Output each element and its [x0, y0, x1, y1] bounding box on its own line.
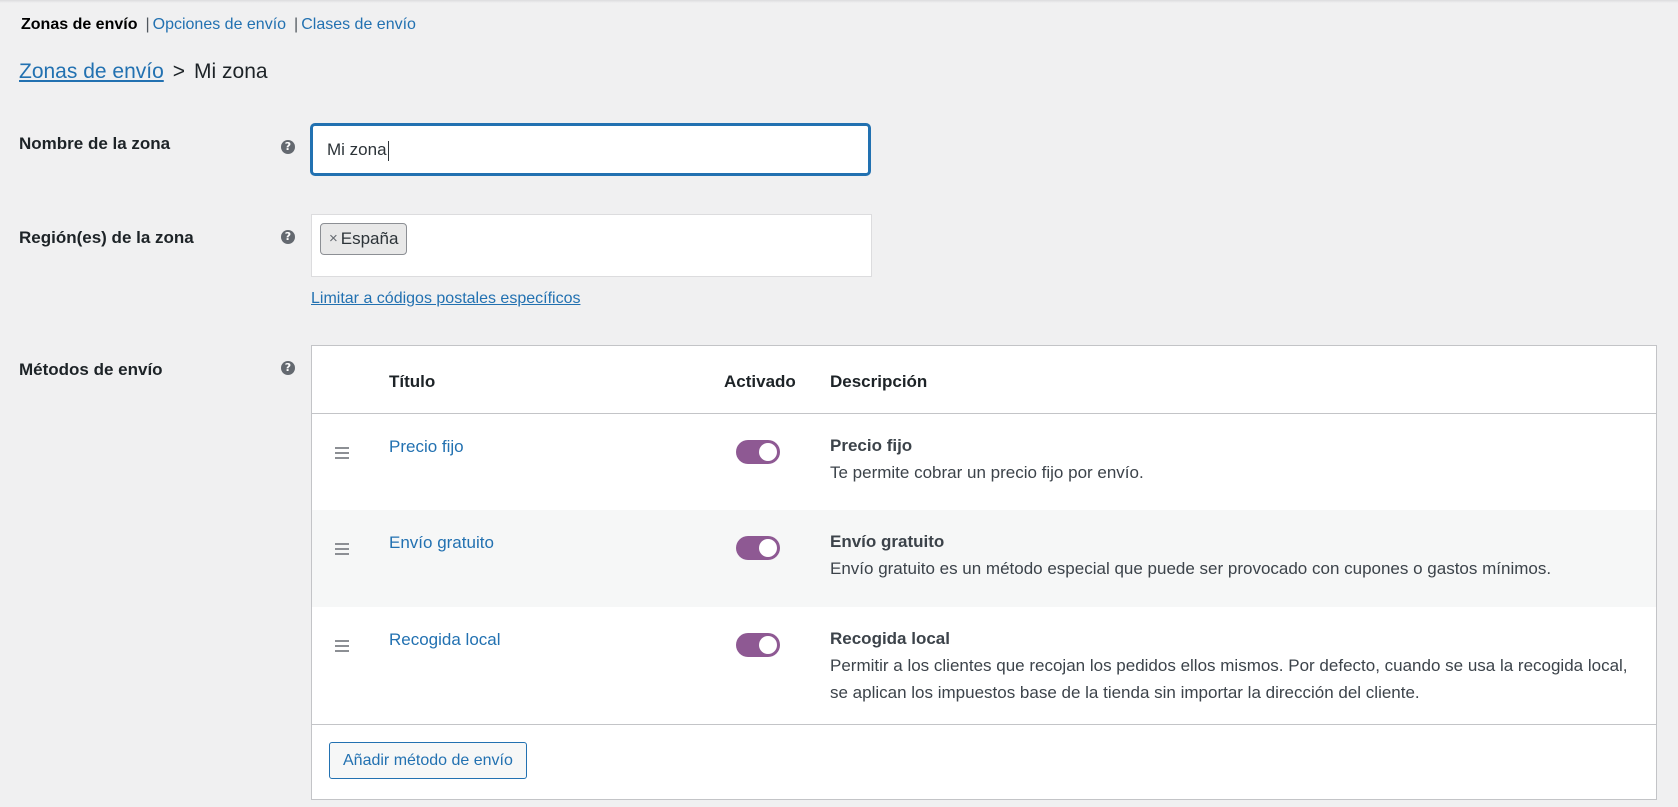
question-circle-icon[interactable]: ? [281, 230, 295, 244]
region-chip: × España [320, 223, 408, 255]
shipping-methods-label: Métodos de envío [19, 360, 163, 379]
method-description-title: Precio fijo [830, 436, 913, 455]
breadcrumb-separator: > [172, 60, 186, 83]
top-shadow [0, 0, 1678, 3]
method-title-link[interactable]: Recogida local [389, 630, 501, 650]
table-row: Recogida local Recogida local Permitir a… [312, 607, 1656, 727]
drag-handle-icon[interactable] [335, 543, 349, 555]
table-footer: Añadir método de envío [312, 724, 1656, 799]
add-shipping-method-button[interactable]: Añadir método de envío [329, 742, 527, 779]
drag-handle-icon[interactable] [335, 447, 349, 459]
breadcrumb-parent-link[interactable]: Zonas de envío [19, 60, 164, 84]
breadcrumb: Zonas de envío > Mi zona [19, 60, 268, 84]
method-description-text: Permitir a los clientes que recojan los … [830, 656, 1628, 702]
table-row: Envío gratuito Envío gratuito Envío grat… [312, 510, 1656, 607]
method-title-link[interactable]: Precio fijo [389, 437, 464, 457]
drag-handle-icon[interactable] [335, 640, 349, 652]
subnav-current: Zonas de envío [21, 16, 138, 33]
subnav-separator: | [294, 16, 299, 33]
method-description: Envío gratuito Envío gratuito es un méto… [830, 528, 1642, 582]
column-header-enabled: Activado [724, 372, 796, 391]
zone-name-input[interactable]: Mi zona [311, 124, 870, 175]
subnav-link-shipping-classes[interactable]: Clases de envío [301, 16, 416, 34]
method-enabled-toggle[interactable] [736, 440, 780, 464]
zone-name-label: Nombre de la zona [19, 134, 171, 153]
method-description-text: Envío gratuito es un método especial que… [830, 559, 1552, 578]
close-icon[interactable]: × [329, 224, 338, 254]
question-circle-icon[interactable]: ? [281, 361, 295, 375]
limit-postcodes-link[interactable]: Limitar a códigos postales específicos [311, 290, 580, 308]
region-chip-label: España [340, 229, 399, 248]
subnav: Zonas de envío | Opciones de envío | Cla… [21, 16, 416, 34]
zone-regions-label: Región(es) de la zona [19, 228, 194, 247]
method-description: Precio fijo Te permite cobrar un precio … [830, 432, 1642, 486]
text-caret [387, 140, 389, 161]
method-enabled-toggle[interactable] [736, 633, 780, 657]
page-title: Mi zona [194, 60, 268, 83]
method-title-link[interactable]: Envío gratuito [389, 533, 494, 553]
method-description-title: Envío gratuito [830, 532, 945, 551]
zone-name-value: Mi zona [327, 140, 387, 159]
shipping-methods-table: Título Activado Descripción Precio fijo … [311, 345, 1657, 800]
method-description-text: Te permite cobrar un precio fijo por env… [830, 463, 1144, 482]
method-enabled-toggle[interactable] [736, 536, 780, 560]
table-header: Título Activado Descripción [312, 346, 1656, 414]
question-circle-icon[interactable]: ? [281, 140, 295, 154]
column-header-description: Descripción [830, 372, 928, 391]
subnav-link-shipping-options[interactable]: Opciones de envío [153, 16, 286, 34]
column-header-title: Título [389, 372, 436, 391]
subnav-separator: | [145, 16, 150, 33]
method-description-title: Recogida local [830, 629, 950, 648]
zone-regions-select[interactable]: × España [311, 214, 872, 277]
method-description: Recogida local Permitir a los clientes q… [830, 625, 1642, 706]
table-row: Precio fijo Precio fijo Te permite cobra… [312, 414, 1656, 510]
